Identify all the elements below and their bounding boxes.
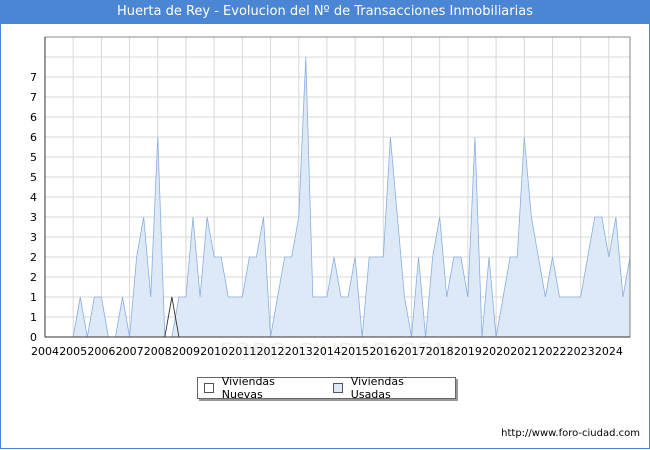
x-tick-label: 2014 <box>313 345 341 358</box>
y-tick-label: 6 <box>30 131 37 144</box>
x-tick-label: 2009 <box>172 345 200 358</box>
source-url[interactable]: http://www.foro-ciudad.com <box>501 428 640 439</box>
legend-item-usadas: Viviendas Usadas <box>332 375 445 401</box>
y-tick-label: 0 <box>30 331 37 344</box>
y-tick-label: 1 <box>30 311 37 324</box>
x-tick-label: 2010 <box>200 345 228 358</box>
x-tick-label: 2023 <box>567 345 595 358</box>
x-tick-label: 2017 <box>398 345 426 358</box>
legend-swatch-nuevas <box>204 383 214 393</box>
legend-label-nuevas: Viviendas Nuevas <box>221 375 275 401</box>
y-tick-label: 7 <box>30 71 37 84</box>
x-tick-label: 2015 <box>341 345 369 358</box>
y-tick-label: 2 <box>30 271 37 284</box>
legend-item-nuevas: Viviendas Nuevas <box>204 375 317 401</box>
x-tick-label: 2004 <box>31 345 59 358</box>
legend-label-usadas: Viviendas Usadas <box>350 375 404 401</box>
y-tick-label: 6 <box>30 111 37 124</box>
legend-swatch-usadas <box>332 383 343 393</box>
y-tick-label: 5 <box>30 171 37 184</box>
x-tick-label: 2005 <box>59 345 87 358</box>
x-tick-label: 2007 <box>116 345 144 358</box>
x-tick-label: 2019 <box>454 345 482 358</box>
y-tick-label: 3 <box>30 231 37 244</box>
y-tick-label: 5 <box>30 151 37 164</box>
x-tick-label: 2021 <box>510 345 538 358</box>
x-tick-label: 2008 <box>144 345 172 358</box>
x-tick-label: 2016 <box>369 345 397 358</box>
x-tick-label: 2022 <box>538 345 566 358</box>
y-tick-label: 1 <box>30 291 37 304</box>
y-tick-label: 3 <box>30 211 37 224</box>
x-tick-label: 2012 <box>257 345 285 358</box>
y-tick-labels: 0 1 1 2 2 3 3 4 5 5 6 6 7 7 <box>30 71 37 344</box>
y-tick-label: 4 <box>30 191 37 204</box>
x-tick-label: 2006 <box>87 345 115 358</box>
y-tick-label: 2 <box>30 251 37 264</box>
x-tick-label: 2013 <box>285 345 313 358</box>
x-tick-label: 2020 <box>482 345 510 358</box>
x-tick-label: 2011 <box>228 345 256 358</box>
legend: Viviendas Nuevas Viviendas Usadas <box>197 375 456 401</box>
x-tick-label: 2024 <box>595 345 623 358</box>
x-tick-label: 2018 <box>426 345 454 358</box>
x-tick-labels: 2004 2005 2006 2007 2008 2009 2010 2011 2012 2013… <box>31 345 623 358</box>
y-tick-label: 7 <box>30 91 37 104</box>
